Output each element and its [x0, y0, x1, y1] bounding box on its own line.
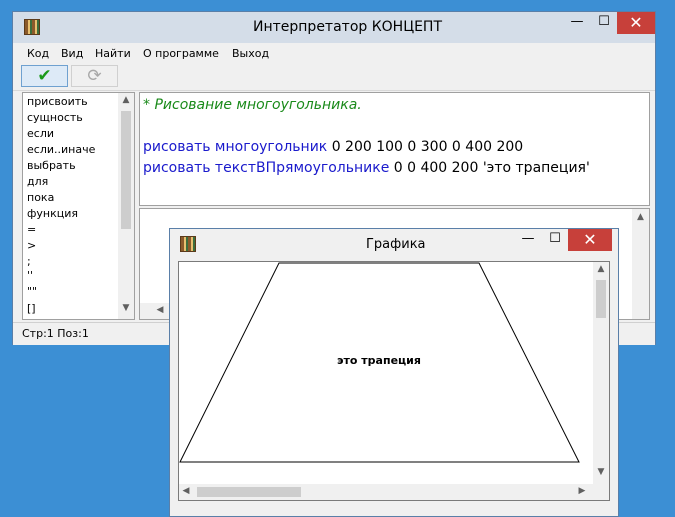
list-item[interactable]: =	[27, 222, 36, 237]
canvas-svg	[179, 262, 580, 463]
canvas-hscrollbar[interactable]: ◀ ▶	[179, 484, 609, 500]
list-item[interactable]: если	[27, 126, 54, 141]
graphics-window-title: Графика	[366, 237, 426, 252]
code-keyword: рисовать многоугольник	[143, 139, 328, 155]
keyword-list: присвоить сущность если если..иначе выбр…	[22, 92, 135, 320]
run-button[interactable]: ✔	[21, 65, 68, 87]
list-item[interactable]: ""	[27, 284, 37, 299]
code-line-2: рисовать текстВПрямоугольнике 0 0 400 20…	[143, 160, 590, 176]
refresh-button[interactable]: ⟳	[71, 65, 118, 87]
list-item[interactable]: функция	[27, 206, 78, 221]
app-icon	[24, 19, 40, 35]
close-button[interactable]: ✕	[568, 229, 612, 251]
menu-view[interactable]: Вид	[61, 47, 83, 60]
list-item[interactable]: если..иначе	[27, 142, 95, 157]
list-item[interactable]: ''	[27, 268, 33, 283]
list-item[interactable]: для	[27, 174, 48, 189]
menu-exit[interactable]: Выход	[232, 47, 269, 60]
scroll-down-arrow-icon[interactable]: ▼	[118, 303, 134, 313]
refresh-icon: ⟳	[87, 66, 102, 86]
toolbar: ✔ ⟳	[13, 64, 655, 91]
graphics-window: Графика — ☐ ✕ это трапеция ▲ ▼ ◀ ▶	[169, 228, 619, 517]
checkmark-icon: ✔	[37, 66, 52, 86]
scroll-left-arrow-icon[interactable]: ◀	[179, 486, 193, 496]
list-item[interactable]: []	[27, 301, 36, 316]
code-args: 0 200 100 0 300 0 400 200	[327, 139, 524, 155]
maximize-button[interactable]: ☐	[542, 229, 568, 251]
main-title-bar[interactable]: Интерпретатор КОНЦЕПТ — ☐ ✕	[13, 12, 655, 43]
canvas-vscrollbar[interactable]: ▲ ▼	[593, 262, 609, 484]
code-line-1: рисовать многоугольник 0 200 100 0 300 0…	[143, 139, 523, 155]
main-window-title: Интерпретатор КОНЦЕПТ	[253, 19, 443, 35]
scroll-up-arrow-icon[interactable]: ▲	[632, 212, 649, 222]
code-keyword: рисовать текстВПрямоугольнике	[143, 160, 390, 176]
trapezoid-caption: это трапеция	[337, 354, 421, 367]
scroll-down-arrow-icon[interactable]: ▼	[593, 467, 609, 477]
scroll-right-arrow-icon[interactable]: ▶	[575, 486, 589, 496]
list-item[interactable]: выбрать	[27, 158, 76, 173]
menu-code[interactable]: Код	[27, 47, 49, 60]
code-editor[interactable]: * Рисование многоугольника. рисовать мно…	[139, 92, 650, 206]
drawing-canvas[interactable]: это трапеция ▲ ▼ ◀ ▶	[178, 261, 610, 501]
minimize-button[interactable]: —	[563, 12, 591, 34]
graphics-title-bar[interactable]: Графика — ☐ ✕	[170, 229, 618, 260]
menu-bar: Код Вид Найти О программе Выход	[13, 43, 655, 64]
list-item[interactable]: >	[27, 238, 36, 253]
scroll-up-arrow-icon[interactable]: ▲	[118, 95, 134, 105]
maximize-button[interactable]: ☐	[591, 12, 617, 34]
scroll-thumb[interactable]	[121, 111, 131, 229]
list-item[interactable]: пока	[27, 190, 54, 205]
scroll-thumb[interactable]	[596, 280, 606, 318]
minimize-button[interactable]: —	[514, 229, 542, 251]
keyword-list-scrollbar[interactable]: ▲ ▼	[118, 93, 134, 319]
list-item[interactable]: присвоить	[27, 94, 88, 109]
output-scrollbar[interactable]: ▲	[632, 209, 649, 319]
cursor-position: Стр:1 Поз:1	[22, 327, 89, 340]
scroll-up-arrow-icon[interactable]: ▲	[593, 264, 609, 274]
app-icon	[180, 236, 196, 252]
list-item[interactable]: сущность	[27, 110, 83, 125]
code-args: 0 0 400 200 'это трапеция'	[389, 160, 590, 176]
scroll-thumb[interactable]	[197, 487, 301, 497]
menu-find[interactable]: Найти	[95, 47, 131, 60]
menu-about[interactable]: О программе	[143, 47, 219, 60]
list-item[interactable]: ;	[27, 254, 31, 269]
close-button[interactable]: ✕	[617, 12, 655, 34]
code-comment: * Рисование многоугольника.	[143, 97, 362, 113]
